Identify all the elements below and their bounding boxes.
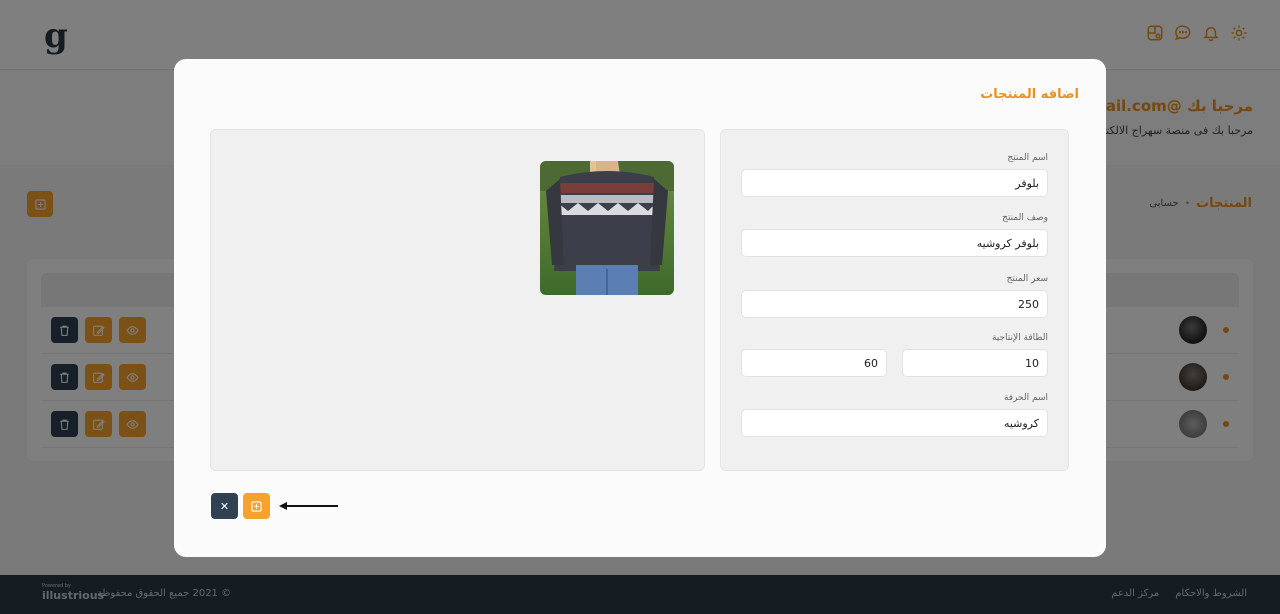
product-price-input[interactable] <box>741 290 1048 318</box>
product-name-label: اسم المنتج <box>1007 153 1048 163</box>
image-upload-panel[interactable] <box>210 129 705 471</box>
product-name-input[interactable] <box>741 169 1048 197</box>
craft-name-label: اسم الحرفة <box>1003 393 1048 403</box>
capacity-label: الطاقة الإنتاجية <box>991 333 1048 343</box>
arrow-left-icon <box>279 502 338 510</box>
add-product-modal: اضافه المنتجات اسم المنتج وصف المنتج سعر… <box>174 59 1106 557</box>
capacity-input-b[interactable] <box>741 349 887 377</box>
plus-square-icon <box>251 500 262 512</box>
craft-name-input[interactable] <box>741 409 1048 437</box>
product-image <box>540 161 674 295</box>
modal-title: اضافه المنتجات <box>980 87 1079 102</box>
save-product-button[interactable] <box>243 493 270 519</box>
product-description-input[interactable] <box>741 229 1048 257</box>
product-description-label: وصف المنتج <box>1002 213 1048 223</box>
product-price-label: سعر المنتج <box>1006 274 1048 284</box>
product-form: اسم المنتج وصف المنتج سعر المنتج الطاقة … <box>720 129 1069 471</box>
close-button[interactable]: ✕ <box>211 493 238 519</box>
capacity-input-a[interactable] <box>902 349 1048 377</box>
